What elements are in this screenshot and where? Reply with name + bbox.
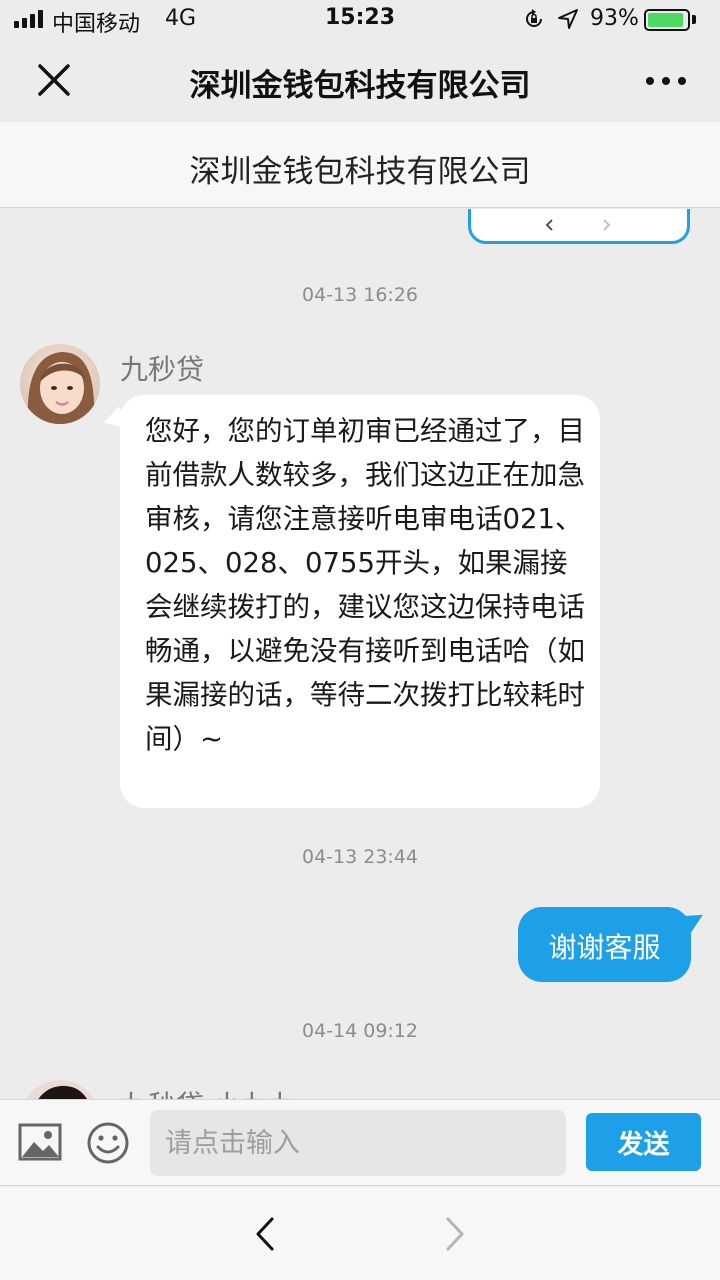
message-bubble-outgoing[interactable]: 谢谢客服 — [518, 907, 691, 982]
chat-header: 深圳金钱包科技有限公司 — [0, 122, 720, 208]
avatar-image — [20, 1080, 100, 1099]
message-text: 谢谢客服 — [548, 931, 661, 964]
message-bubble-incoming[interactable]: 您好，您的订单初审已经通过了，目前借款人数较多，我们这边正在加急审核，请您注意接… — [120, 395, 600, 808]
browser-bottom-nav — [0, 1187, 720, 1280]
battery-icon — [644, 9, 690, 31]
chevron-left-icon[interactable] — [543, 218, 557, 232]
emoji-icon[interactable] — [86, 1121, 130, 1165]
input-bar: 发送 — [0, 1099, 720, 1186]
message-timestamp: 04-13 16:26 — [301, 284, 418, 306]
page-title: 深圳金钱包科技有限公司 — [189, 68, 531, 104]
battery-fill — [648, 13, 683, 27]
chat-header-title: 深圳金钱包科技有限公司 — [189, 154, 531, 190]
message-timestamp: 04-13 23:44 — [301, 846, 418, 868]
carousel-card[interactable] — [468, 209, 690, 244]
send-button[interactable]: 发送 — [586, 1113, 701, 1171]
battery-tip — [692, 15, 696, 24]
avatar-image — [20, 344, 100, 424]
chevron-right-icon[interactable] — [599, 218, 613, 232]
sender-name: 九秒贷 小九九 — [120, 1084, 297, 1099]
more-icon[interactable] — [640, 70, 692, 92]
forward-arrow-icon[interactable] — [440, 1215, 470, 1253]
image-icon[interactable] — [18, 1122, 62, 1162]
status-bar: 中国移动 4G 15:23 93% — [0, 0, 720, 40]
back-arrow-icon[interactable] — [250, 1215, 280, 1253]
location-icon — [558, 9, 578, 29]
avatar[interactable] — [20, 1080, 100, 1099]
avatar[interactable] — [20, 344, 100, 424]
sender-name: 九秒贷 — [120, 353, 205, 386]
chat-area[interactable]: 04-13 16:26 九秒贷 您好，您的订单初审已经通过了，目前借款人数较多，… — [0, 209, 720, 1099]
rotation-lock-icon — [526, 9, 542, 27]
message-timestamp: 04-14 09:12 — [301, 1020, 418, 1042]
battery-percent: 93% — [590, 6, 639, 31]
message-input[interactable] — [150, 1110, 566, 1176]
nav-bar: 深圳金钱包科技有限公司 — [0, 40, 720, 122]
message-text: 您好，您的订单初审已经通过了，目前借款人数较多，我们这边正在加急审核，请您注意接… — [145, 415, 585, 755]
